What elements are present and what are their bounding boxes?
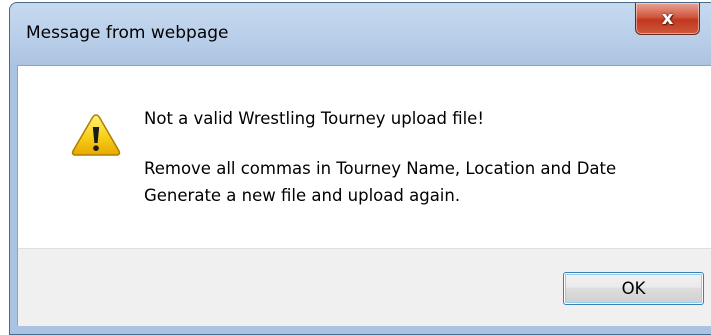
close-icon: x [661,7,674,29]
title-bar[interactable]: Message from webpage x [10,3,711,65]
dialog-title: Message from webpage [26,23,229,43]
message-line: Not a valid Wrestling Tourney upload fil… [144,109,484,128]
message-line: Remove all commas in Tourney Name, Locat… [144,159,617,178]
ok-button[interactable]: OK [563,272,704,305]
message-area: Not a valid Wrestling Tourney upload fil… [18,66,711,249]
message-line: Generate a new file and upload again. [144,186,461,205]
warning-icon [71,114,121,156]
dialog-window: Message from webpage x Not a valid Wrest… [9,2,711,335]
ok-button-label: OK [621,279,646,298]
close-button[interactable]: x [635,3,700,35]
dialog-body: Not a valid Wrestling Tourney upload fil… [17,65,711,326]
